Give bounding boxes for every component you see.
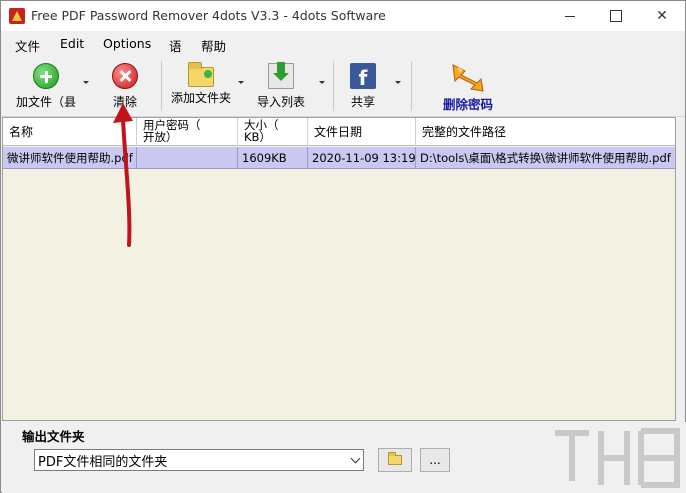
menu-file[interactable]: 文件 xyxy=(15,36,40,55)
share-dropdown-icon[interactable] xyxy=(395,81,401,84)
column-header-label: 文件日期 xyxy=(314,125,363,139)
output-folder-value: PDF文件相同的文件夹 xyxy=(38,454,168,470)
cell-file-date: 2020-11-09 13:19:03 xyxy=(308,147,416,169)
column-header-full-path[interactable]: 完整的文件路径 xyxy=(416,118,675,146)
output-folder-panel: 输出文件夹 PDF文件相同的文件夹 ... xyxy=(2,422,686,493)
share-button[interactable]: f 共享 xyxy=(343,59,383,113)
add-icon xyxy=(33,63,59,89)
column-header-label-line2: KB） xyxy=(244,130,271,144)
menu-help[interactable]: 帮助 xyxy=(201,36,226,55)
cell-size: 1609KB xyxy=(238,147,308,169)
folder-icon xyxy=(388,452,402,465)
add-folder-label: 添加文件夹 xyxy=(170,91,231,105)
column-header-file-date[interactable]: 文件日期 xyxy=(308,118,416,146)
file-list[interactable]: 名称 用户密码（ 开放） 大小（ KB） 文件日期 完整的文件路径 微讲师软件使… xyxy=(2,117,676,421)
file-list-header: 名称 用户密码（ 开放） 大小（ KB） 文件日期 完整的文件路径 xyxy=(3,118,675,146)
column-header-name[interactable]: 名称 xyxy=(3,118,137,146)
add-folder-dropdown-icon[interactable] xyxy=(238,81,244,84)
clear-label: 清除 xyxy=(112,95,137,109)
import-list-button[interactable]: 导入列表 xyxy=(253,59,309,113)
cell-full-path: D:\tools\桌面\格式转换\微讲师软件使用帮助.pdf xyxy=(420,151,671,165)
toolbar-separator xyxy=(161,61,162,111)
pdf-app-icon xyxy=(9,8,25,24)
import-list-label: 导入列表 xyxy=(256,95,305,109)
cell-file-name: 微讲师软件使用帮助.pdf xyxy=(3,147,137,169)
app-window: Free PDF Password Remover 4dots V3.3 - 4… xyxy=(0,0,686,493)
add-file-label: 加文件（县 xyxy=(15,95,76,109)
chevron-down-icon xyxy=(350,453,361,464)
import-icon xyxy=(268,62,294,89)
clear-button[interactable]: 清除 xyxy=(105,59,145,113)
more-button[interactable]: ... xyxy=(420,448,450,472)
add-file-button[interactable]: 加文件（县 xyxy=(11,59,81,113)
output-folder-label: 输出文件夹 xyxy=(22,429,85,444)
output-folder-select[interactable]: PDF文件相同的文件夹 xyxy=(34,449,364,471)
toolbar-separator xyxy=(333,61,334,111)
title-bar: Free PDF Password Remover 4dots V3.3 - 4… xyxy=(1,1,685,31)
column-header-size[interactable]: 大小（ KB） xyxy=(238,118,308,146)
menu-options[interactable]: Options xyxy=(103,36,151,51)
column-header-user-password[interactable]: 用户密码（ 开放） xyxy=(137,118,238,146)
browse-folder-button[interactable] xyxy=(378,448,412,472)
table-row[interactable]: 微讲师软件使用帮助.pdf 1609KB 2020-11-09 13:19:03… xyxy=(3,147,675,169)
unlock-icon xyxy=(451,63,485,92)
clear-icon xyxy=(112,63,138,89)
minimize-button[interactable] xyxy=(547,1,593,31)
column-header-label: 完整的文件路径 xyxy=(422,125,507,139)
column-header-label: 名称 xyxy=(9,125,34,139)
menu-edit[interactable]: Edit xyxy=(60,36,84,51)
window-title: Free PDF Password Remover 4dots V3.3 - 4… xyxy=(31,8,386,23)
remove-password-button[interactable]: 删除密码 xyxy=(435,59,501,113)
import-list-dropdown-icon[interactable] xyxy=(319,81,325,84)
toolbar-separator xyxy=(411,61,412,111)
cell-user-password[interactable] xyxy=(137,147,238,169)
column-header-label-line2: 开放） xyxy=(143,130,178,144)
add-folder-button[interactable]: 添加文件夹 xyxy=(168,59,234,113)
remove-password-label: 删除密码 xyxy=(442,97,493,112)
menu-language[interactable]: 语 xyxy=(169,36,182,55)
facebook-icon: f xyxy=(350,63,376,89)
toolbar: 加文件（县 清除 添加文件夹 导入列表 f 共享 删除密码 xyxy=(1,57,685,117)
add-folder-icon xyxy=(188,62,214,87)
maximize-button[interactable] xyxy=(593,1,639,31)
add-file-dropdown-icon[interactable] xyxy=(83,81,89,84)
menu-bar: 文件 Edit Options 语 帮助 xyxy=(1,31,685,57)
close-button[interactable]: ✕ xyxy=(639,1,685,31)
share-label: 共享 xyxy=(350,95,375,109)
